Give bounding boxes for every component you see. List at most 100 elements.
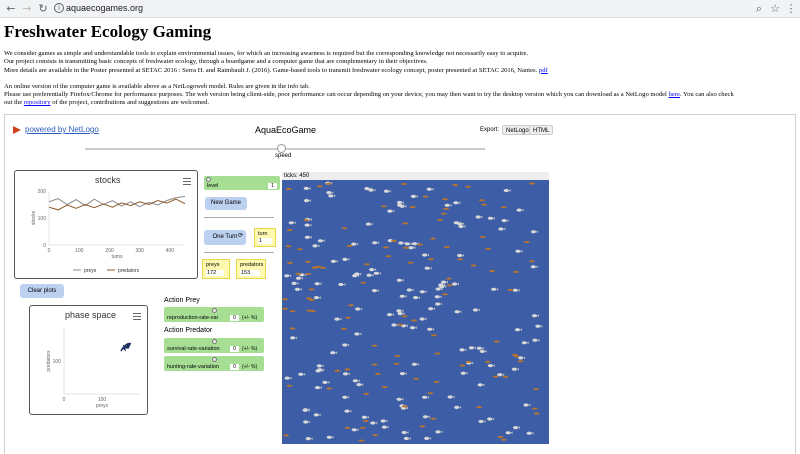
predator-fish	[502, 375, 509, 378]
prey-fish	[294, 287, 302, 291]
reproduction-rate-label: reproduction-rate-var	[167, 315, 219, 321]
info-icon[interactable]: i	[54, 3, 64, 13]
prey-fish	[288, 221, 296, 225]
predator-fish	[481, 203, 488, 206]
predator-fish	[397, 323, 404, 326]
prey-fish	[370, 421, 378, 425]
predator-fish	[430, 237, 436, 240]
prey-fish	[501, 219, 509, 223]
prey-fish	[487, 364, 495, 368]
address-bar[interactable]: aquaecogames.org	[66, 3, 143, 13]
pdf-link[interactable]: pdf	[539, 67, 548, 74]
prey-fish	[317, 368, 325, 372]
y-axis-label: stocks	[31, 210, 37, 225]
predator-fish	[533, 388, 540, 391]
world-view[interactable]	[282, 180, 549, 444]
one-turn-button[interactable]: One Turn ⟳	[204, 230, 246, 245]
bookmark-star-icon[interactable]: ☆	[768, 2, 782, 16]
browser-toolbar: ← → ↻ i aquaecogames.org ⌕ ☆ ⋮	[0, 0, 800, 18]
prey-fish	[314, 386, 322, 390]
predator-fish	[371, 344, 378, 347]
predator-fish	[492, 375, 499, 378]
prey-fish	[413, 296, 420, 300]
para2-line-2b: . You can also check	[679, 91, 734, 99]
prey-fish	[454, 405, 462, 409]
y-axis-label: predators	[46, 350, 52, 372]
prey-fish	[523, 403, 531, 407]
predator-fish	[436, 219, 443, 221]
hunting-rate-unit: (+/- %)	[242, 364, 258, 370]
prey-fish	[399, 372, 407, 376]
prey-fish	[387, 209, 395, 213]
predator-fish	[409, 206, 416, 208]
prey-fish	[441, 280, 448, 284]
prey-fish	[342, 343, 350, 347]
prey-fish	[344, 409, 352, 413]
predator-fish	[417, 243, 424, 246]
prey-fish	[354, 272, 362, 276]
prey-fish	[338, 282, 346, 287]
predator-fish	[372, 434, 379, 437]
prey-fish	[291, 281, 299, 285]
survival-rate-knob[interactable]	[212, 339, 217, 344]
prey-fish	[476, 346, 484, 350]
page-title: Freshwater Ecology Gaming	[4, 22, 212, 41]
reload-icon[interactable]: ↻	[36, 2, 50, 16]
preys-label: preys	[206, 262, 220, 268]
prey-fish	[371, 289, 379, 293]
prey-fish	[284, 376, 292, 380]
y-tick-label: 200	[38, 189, 47, 195]
prey-fish	[386, 313, 394, 317]
hunting-rate-slider[interactable]: hunting-rate-variation 0 (+/- %)	[164, 356, 264, 371]
prey-fish	[284, 274, 292, 278]
search-icon[interactable]: ⌕	[752, 2, 766, 16]
prey-fish	[355, 307, 363, 311]
level-slider-knob[interactable]	[206, 177, 211, 182]
speed-slider-knob[interactable]	[277, 144, 286, 153]
reproduction-rate-slider[interactable]: reproduction-rate-var 0 (+/- %)	[164, 307, 264, 322]
prey-fish	[356, 383, 364, 387]
predator-fish	[443, 246, 450, 248]
predator-fish	[326, 387, 333, 390]
powered-by-netlogo-link[interactable]: powered by NetLogo	[25, 125, 99, 134]
prey-fish	[401, 430, 409, 435]
menu-kebab-icon[interactable]: ⋮	[784, 2, 798, 16]
predator-fish	[485, 247, 492, 250]
action-predator-label: Action Predator	[164, 327, 213, 334]
repository-link[interactable]: repository	[24, 99, 51, 106]
new-game-button[interactable]: New Game	[205, 197, 247, 210]
level-slider[interactable]: level 1	[204, 176, 280, 190]
reproduction-rate-value[interactable]: 0	[230, 315, 239, 321]
prey-fish	[475, 215, 483, 219]
prey-fish	[396, 397, 404, 401]
prey-fish	[503, 188, 511, 193]
prey-fish	[313, 413, 321, 417]
hunting-rate-knob[interactable]	[212, 357, 217, 362]
predator-fish	[440, 212, 447, 215]
survival-rate-slider[interactable]: survival-rate-variation 0 (+/- %)	[164, 338, 264, 353]
back-arrow-icon[interactable]: ←	[4, 2, 18, 16]
prey-fish	[422, 395, 429, 399]
stocks-chart-svg: 0 100 200 300 4000100200turnsstockspreys pred…	[31, 189, 186, 274]
predator-fish	[363, 420, 369, 422]
survival-rate-value[interactable]: 0	[230, 346, 239, 352]
prey-fish	[351, 428, 359, 432]
predator-fish	[315, 265, 322, 268]
here-link[interactable]: here	[669, 91, 680, 98]
y-tick-label: 100	[38, 216, 47, 222]
reproduction-rate-knob[interactable]	[212, 308, 217, 313]
forward-arrow-icon[interactable]: →	[20, 2, 34, 16]
hunting-rate-value[interactable]: 0	[230, 364, 239, 370]
prey-fish	[513, 426, 520, 430]
prey-fish	[459, 348, 467, 352]
x-tick-label: 400	[166, 248, 175, 254]
clear-plots-button[interactable]: Clear plots	[20, 284, 64, 298]
level-value[interactable]: 1	[268, 183, 277, 189]
export-html-button[interactable]: HTML	[529, 125, 554, 135]
predator-fish	[358, 439, 365, 442]
prey-fish	[316, 364, 324, 368]
model-title: AquaEcoGame	[255, 125, 317, 135]
prey-fish	[427, 327, 435, 331]
one-turn-label: One Turn	[212, 234, 238, 240]
para2-line-1: An online version of the computer game i…	[4, 82, 310, 90]
